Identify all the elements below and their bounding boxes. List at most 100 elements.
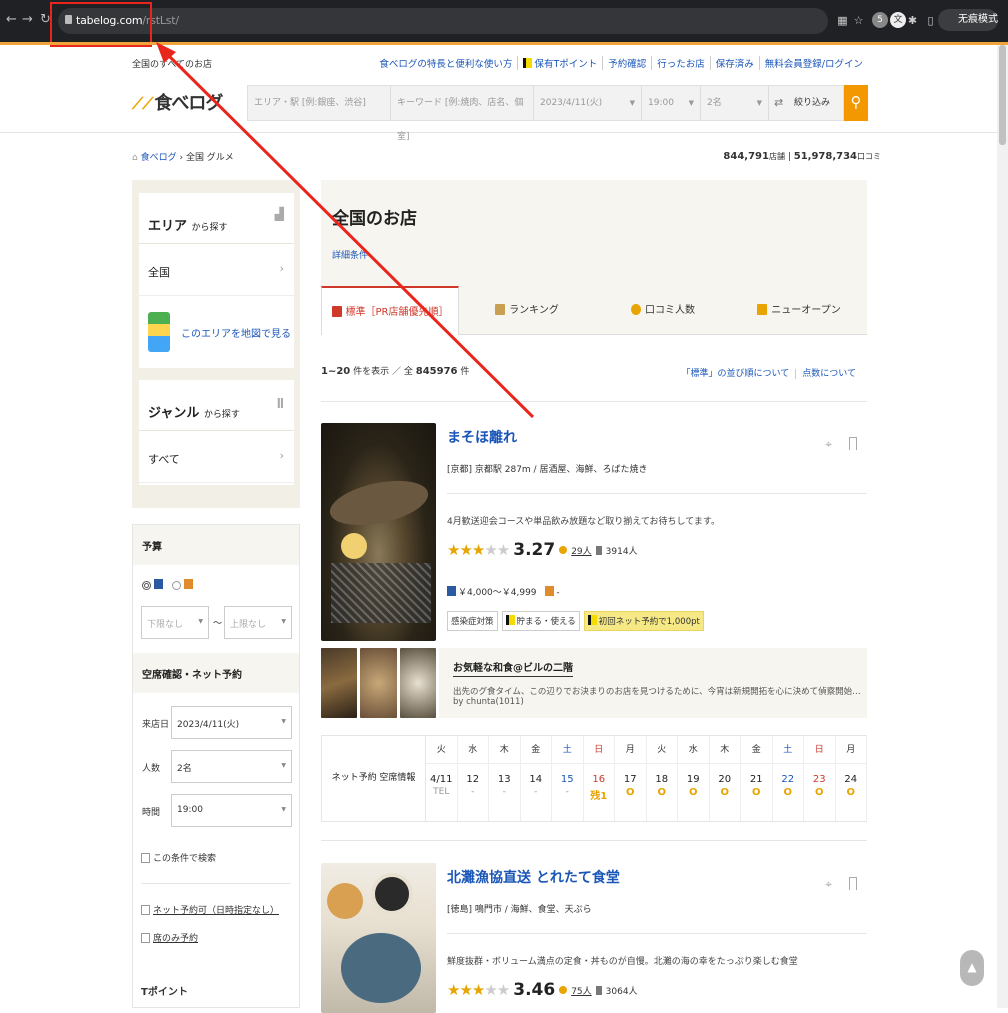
bookmark-icon[interactable] <box>849 877 857 890</box>
keyword-search-input[interactable]: キーワード [例:焼肉、店名、個室] <box>391 86 534 142</box>
time-select-sidebar[interactable]: 19:00 ▼ <box>171 794 292 827</box>
availability-status[interactable]: O <box>615 787 646 798</box>
radio-dinner[interactable] <box>142 581 151 590</box>
availability-status[interactable]: - <box>521 787 552 797</box>
checkbox[interactable] <box>141 933 150 943</box>
availability-status[interactable]: O <box>773 787 804 798</box>
availability-status[interactable]: O <box>836 787 867 798</box>
tab-new-open[interactable]: ニューオープン <box>731 286 867 335</box>
map-link[interactable]: このエリアを地図で見る <box>181 325 291 340</box>
standard-order-link[interactable]: 「標準」の並び順について <box>676 369 796 379</box>
comment-icon <box>631 304 641 315</box>
calendar-day[interactable]: 水 19 O <box>678 736 710 821</box>
availability-status[interactable]: - <box>489 787 520 797</box>
review-title[interactable]: お気軽な和食@ビルの二階 <box>453 659 573 677</box>
date-select[interactable]: 2023/4/11(火) ▼ <box>534 86 642 120</box>
extension-icon[interactable]: 5 <box>872 12 888 28</box>
site-logo[interactable]: ⟋⟋ 食べログ <box>132 89 223 115</box>
address-bar[interactable]: tabelog.com/rstLst/ <box>58 8 828 34</box>
calendar-day[interactable]: 火 18 O <box>646 736 678 821</box>
thumbnail[interactable] <box>360 648 397 718</box>
incognito-profile-button[interactable]: 无痕模式 <box>938 9 998 31</box>
link-visited[interactable]: 行ったお店 <box>651 56 710 70</box>
link-features[interactable]: 食べログの特長と便利な使い方 <box>374 56 517 70</box>
people-select[interactable]: 2名 ▼ <box>701 86 769 120</box>
sort-tabs: 標準［PR店舗優先順］ ランキング 口コミ人数 ニューオープン <box>321 286 867 335</box>
link-register-login[interactable]: 無料会員登録/ログイン <box>758 56 868 70</box>
availability-status[interactable]: O <box>804 787 835 798</box>
puzzle-icon[interactable]: ✱ <box>906 14 919 27</box>
time-select[interactable]: 19:00 ▼ <box>642 86 701 120</box>
link-tpoint[interactable]: 保有Tポイント <box>517 56 602 70</box>
scrollbar-thumb[interactable] <box>999 45 1006 145</box>
restaurant-name[interactable]: 北灘漁協直送 とれたて食堂 <box>447 867 620 887</box>
net-reserve-filter[interactable]: ネット予約可（日時指定なし） <box>141 903 279 916</box>
calendar-day[interactable]: 木 13 - <box>489 736 521 821</box>
calendar-day[interactable]: 土 22 O <box>772 736 804 821</box>
restaurant-name[interactable]: まそほ離れ <box>447 427 517 447</box>
map-pin-icon[interactable]: ⌖ <box>825 437 832 452</box>
search-this-condition[interactable]: この条件で検索 <box>141 851 216 864</box>
date-label: 22 <box>781 774 795 785</box>
weekday-label: 日 <box>583 736 614 764</box>
restaurant-photo[interactable] <box>321 423 436 641</box>
area-map[interactable]: このエリアを地図で見る <box>139 296 294 368</box>
budget-max-select[interactable]: 上限なし ▼ <box>224 606 292 639</box>
extension-avatar-icon[interactable]: 文 <box>890 12 906 28</box>
breadcrumb-home[interactable]: 食べログ <box>141 153 177 163</box>
detail-conditions-link[interactable]: 詳細条件 <box>332 248 368 261</box>
review-count-link[interactable]: 75人 <box>571 984 591 997</box>
area-all-item[interactable]: 全国 › <box>139 244 294 296</box>
radio-lunch[interactable] <box>171 581 181 590</box>
calendar-day[interactable]: 水 12 - <box>457 736 489 821</box>
checkbox[interactable] <box>141 905 150 915</box>
forward-icon[interactable]: → <box>22 12 33 27</box>
availability-status[interactable]: O <box>647 787 678 798</box>
back-to-top-button[interactable]: ▲ <box>960 950 984 986</box>
calendar-day[interactable]: 月 24 O <box>835 736 867 821</box>
tab-ranking[interactable]: ランキング <box>459 286 595 335</box>
calendar-day[interactable]: 月 17 O <box>615 736 647 821</box>
people-count-select[interactable]: 2名 ▼ <box>171 750 292 783</box>
area-search-input[interactable]: エリア・駅 [例:銀座、渋谷] <box>248 86 391 120</box>
calendar-day[interactable]: 木 20 O <box>709 736 741 821</box>
page-scrollbar[interactable] <box>997 45 1008 1008</box>
back-icon[interactable]: ← <box>6 12 17 27</box>
link-reservations[interactable]: 予約確認 <box>602 56 651 70</box>
area-heading: エリア から探す ▟ <box>139 193 294 244</box>
availability-status[interactable]: - <box>458 787 489 797</box>
availability-status[interactable]: - <box>552 787 583 797</box>
visit-date-select[interactable]: 2023/4/11(火) ▼ <box>171 706 292 739</box>
translate-icon[interactable]: ▦ <box>836 14 849 27</box>
review-count-link[interactable]: 29人 <box>571 544 591 557</box>
calendar-day[interactable]: 日 16 残1 <box>583 736 615 821</box>
refine-button[interactable]: ⇄ 絞り込み <box>768 86 843 120</box>
link-saved[interactable]: 保存済み <box>709 56 759 70</box>
checkbox[interactable] <box>141 853 150 863</box>
genre-all-item[interactable]: すべて › <box>139 431 294 483</box>
budget-min-select[interactable]: 下限なし ▼ <box>141 606 209 639</box>
tab-standard[interactable]: 標準［PR店舗優先順］ <box>321 286 459 335</box>
review-snippet[interactable]: お気軽な和食@ビルの二階 出先のグ食タイム、この辺りでお決まりのお店を見つけるた… <box>439 648 867 718</box>
calendar-day[interactable]: 土 15 - <box>552 736 584 821</box>
availability-status[interactable]: TEL <box>426 787 457 797</box>
thumbnail[interactable] <box>321 648 358 718</box>
calendar-day[interactable]: 日 23 O <box>804 736 836 821</box>
seat-only-filter[interactable]: 席のみ予約 <box>141 931 198 944</box>
map-pin-icon[interactable]: ⌖ <box>825 877 832 892</box>
star-icon[interactable]: ☆ <box>852 14 865 27</box>
calendar-day[interactable]: 金 21 O <box>741 736 773 821</box>
availability-status[interactable]: 残1 <box>584 787 615 802</box>
tab-review-count[interactable]: 口コミ人数 <box>595 286 731 335</box>
restaurant-photo[interactable] <box>321 863 436 1013</box>
calendar-day[interactable]: 金 14 - <box>520 736 552 821</box>
availability-status[interactable]: O <box>710 787 741 798</box>
sidepanel-icon[interactable]: ▯ <box>924 14 937 27</box>
availability-status[interactable]: O <box>741 787 772 798</box>
search-button[interactable]: ⚲ <box>844 85 868 121</box>
availability-status[interactable]: O <box>678 787 709 798</box>
bookmark-icon[interactable] <box>849 437 857 450</box>
calendar-day[interactable]: 火 4/11 TEL <box>426 736 458 821</box>
thumbnail[interactable] <box>399 648 436 718</box>
score-info-link[interactable]: 点数について <box>795 369 862 379</box>
